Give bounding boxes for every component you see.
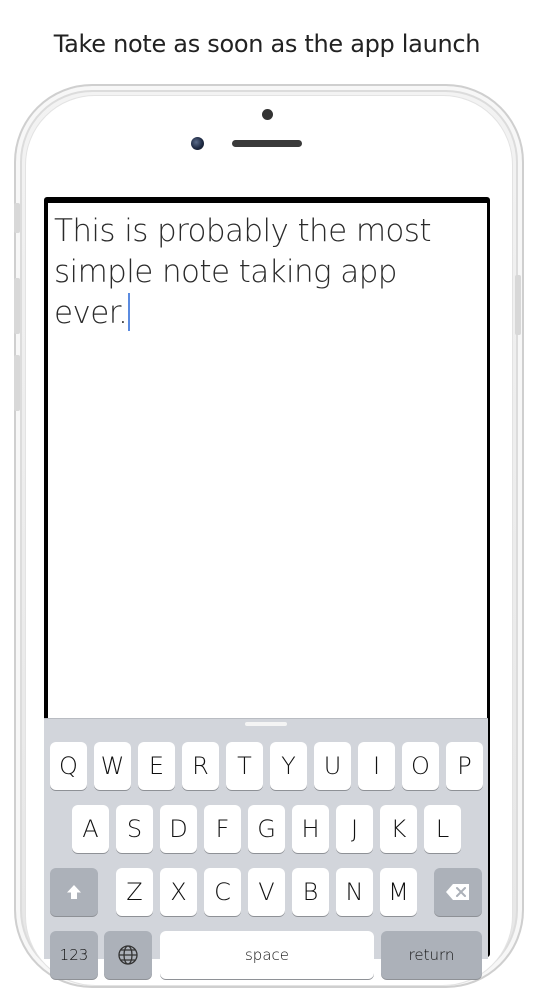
key-r[interactable]: R (182, 742, 219, 790)
text-caret (128, 293, 131, 331)
return-key[interactable]: return (381, 931, 482, 979)
key-f[interactable]: F (204, 805, 241, 853)
globe-key[interactable] (104, 931, 152, 979)
delete-key[interactable] (434, 868, 482, 916)
note-line-1: This is probably the most (54, 213, 431, 249)
key-t[interactable]: T (226, 742, 263, 790)
key-w[interactable]: W (94, 742, 131, 790)
note-line-2: simple note taking app ever. (54, 254, 397, 331)
key-b[interactable]: B (292, 868, 329, 916)
key-a[interactable]: A (72, 805, 109, 853)
globe-icon (118, 945, 138, 965)
key-q[interactable]: Q (50, 742, 87, 790)
numbers-key[interactable]: 123 (50, 931, 98, 979)
key-l[interactable]: L (424, 805, 461, 853)
shift-key[interactable] (50, 868, 98, 916)
shift-arrow-icon (67, 885, 81, 899)
promo-caption: Take note as soon as the app launch (53, 30, 481, 58)
power-button (515, 275, 521, 335)
front-camera-icon (191, 137, 204, 150)
note-editor[interactable]: This is probably the most simple note ta… (48, 203, 487, 720)
keyboard-handle (245, 722, 287, 726)
mute-switch (14, 203, 20, 233)
key-k[interactable]: K (380, 805, 417, 853)
key-g[interactable]: G (248, 805, 285, 853)
key-c[interactable]: C (204, 868, 241, 916)
key-s[interactable]: S (116, 805, 153, 853)
backspace-icon (446, 884, 469, 900)
key-z[interactable]: Z (116, 868, 153, 916)
earpiece-speaker (232, 140, 302, 147)
key-n[interactable]: N (336, 868, 373, 916)
key-d[interactable]: D (160, 805, 197, 853)
key-i[interactable]: I (358, 742, 395, 790)
key-h[interactable]: H (292, 805, 329, 853)
key-y[interactable]: Y (270, 742, 307, 790)
volume-up-button (14, 278, 20, 334)
key-x[interactable]: X (160, 868, 197, 916)
space-key[interactable]: space (160, 931, 374, 979)
keyboard: Q W E R T Y U I O P A S D F G H J K L Z … (44, 718, 488, 979)
key-e[interactable]: E (138, 742, 175, 790)
key-j[interactable]: J (336, 805, 373, 853)
note-text[interactable]: This is probably the most simple note ta… (54, 211, 479, 334)
key-o[interactable]: O (402, 742, 439, 790)
volume-down-button (14, 355, 20, 411)
key-u[interactable]: U (314, 742, 351, 790)
key-m[interactable]: M (380, 868, 417, 916)
key-v[interactable]: V (248, 868, 285, 916)
proximity-sensor (262, 109, 273, 120)
key-p[interactable]: P (446, 742, 483, 790)
